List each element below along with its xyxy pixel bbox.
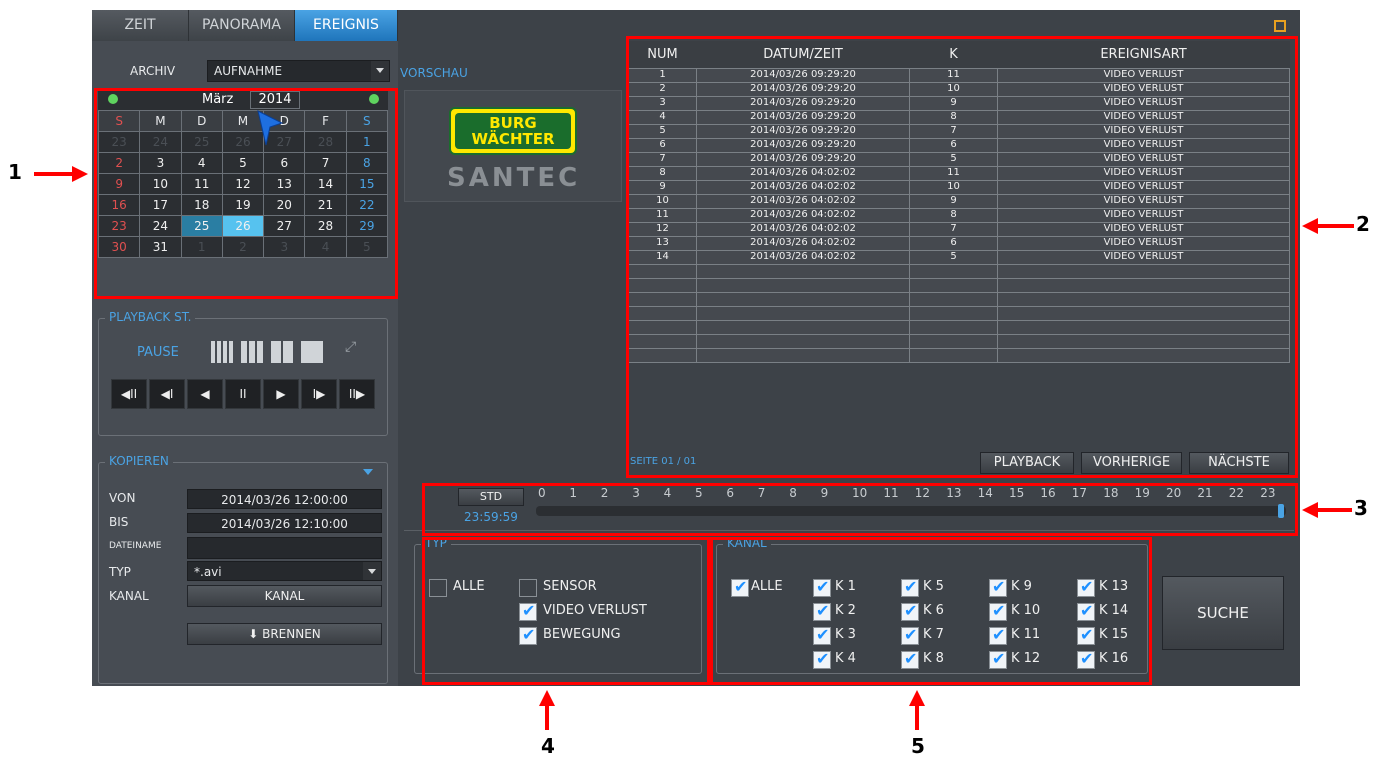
callout-box-3 <box>422 483 1298 536</box>
callout-box-1 <box>94 88 398 299</box>
burn-label: BRENNEN <box>262 627 321 641</box>
collapse-icon[interactable] <box>363 469 373 475</box>
filename-label: DATEINAME <box>109 541 162 551</box>
filename-field[interactable] <box>187 537 382 559</box>
callout-number-4: 4 <box>541 734 555 758</box>
arrowhead-icon <box>1302 218 1318 234</box>
arrow-left-icon <box>1316 508 1352 512</box>
copy-group: KOPIEREN VON 2014/03/26 12:00:00 BIS 201… <box>98 454 388 684</box>
copy-channel-label: KANAL <box>109 589 149 603</box>
copy-from-label: VON <box>109 491 136 505</box>
fast-rewind-button[interactable]: ◀II <box>111 379 147 409</box>
callout-number-5: 5 <box>911 734 925 758</box>
callout-number-1: 1 <box>8 160 22 184</box>
archive-select[interactable]: AUFNAHME <box>207 60 390 82</box>
arrow-up-icon <box>545 704 549 730</box>
arrowhead-icon <box>1302 502 1318 518</box>
pause-button[interactable]: II <box>225 379 261 409</box>
play-button[interactable]: ▶ <box>263 379 299 409</box>
copy-channel-button[interactable]: KANAL <box>187 585 382 607</box>
fullscreen-icon[interactable]: ⤢ <box>345 339 356 355</box>
callout-number-2: 2 <box>1356 212 1370 236</box>
playback-state: PAUSE <box>137 345 179 360</box>
callout-number-3: 3 <box>1354 496 1368 520</box>
preview-pane: BURG WÄCHTER SANTEC <box>404 90 622 202</box>
copy-title: KOPIEREN <box>105 454 173 468</box>
playback-controls: ◀II ◀I ◀ II ▶ I▶ II▶ <box>111 379 379 411</box>
grid-4-icon[interactable] <box>271 341 293 363</box>
playback-title: PLAYBACK ST. <box>105 310 196 324</box>
logo-text: BURG WÄCHTER <box>455 113 571 149</box>
exit-icon[interactable] <box>1274 20 1286 32</box>
callout-box-4 <box>422 537 710 685</box>
grid-9-icon[interactable] <box>241 341 263 363</box>
copy-to-field[interactable]: 2014/03/26 12:10:00 <box>187 513 382 533</box>
reverse-play-button[interactable]: ◀ <box>187 379 223 409</box>
archive-label: ARCHIV <box>130 64 176 78</box>
single-view-icon[interactable] <box>301 341 323 363</box>
arrowhead-icon <box>539 690 555 706</box>
copy-type-value: *.avi <box>194 565 222 579</box>
chevron-down-icon <box>371 61 389 81</box>
tab-panorama[interactable]: PANORAMA <box>189 10 295 41</box>
chevron-down-icon <box>363 562 381 580</box>
archive-value: AUFNAHME <box>214 64 283 78</box>
burn-icon: ⬇ <box>248 627 263 641</box>
playback-group: PLAYBACK ST. PAUSE ⤢ ◀II ◀I ◀ II ▶ I▶ II… <box>98 310 388 436</box>
tab-ereignis[interactable]: EREIGNIS <box>295 10 398 41</box>
arrow-right-icon <box>34 172 76 176</box>
copy-to-label: BIS <box>109 515 129 529</box>
copy-from-field[interactable]: 2014/03/26 12:00:00 <box>187 489 382 509</box>
logo-line1: BURG <box>489 114 537 132</box>
burg-waechter-logo: BURG WÄCHTER <box>449 107 577 155</box>
arrowhead-icon <box>72 166 88 182</box>
logo-line2: WÄCHTER <box>471 130 555 148</box>
step-back-button[interactable]: ◀I <box>149 379 185 409</box>
grid-16-icon[interactable] <box>211 341 233 363</box>
step-forward-button[interactable]: I▶ <box>301 379 337 409</box>
arrowhead-icon <box>909 690 925 706</box>
tab-zeit[interactable]: ZEIT <box>92 10 189 41</box>
copy-type-select[interactable]: *.avi <box>187 561 382 581</box>
callout-box-5 <box>710 537 1152 685</box>
copy-type-label: TYP <box>109 565 131 579</box>
santec-brand: SANTEC <box>447 163 581 193</box>
preview-label: VORSCHAU <box>400 66 468 80</box>
arrow-left-icon <box>1316 224 1354 228</box>
fast-forward-button[interactable]: II▶ <box>339 379 375 409</box>
burn-button[interactable]: ⬇ BRENNEN <box>187 623 382 645</box>
search-button[interactable]: SUCHE <box>1162 576 1284 650</box>
arrow-up-icon <box>915 704 919 730</box>
callout-box-2 <box>626 36 1298 478</box>
